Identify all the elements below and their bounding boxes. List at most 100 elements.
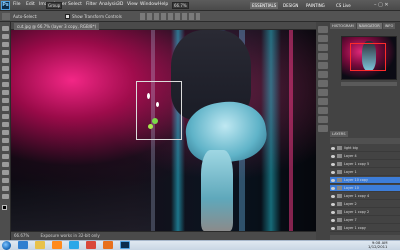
panel-shortcut-icon[interactable] — [318, 53, 328, 60]
gradient-tool-icon[interactable] — [2, 114, 9, 119]
explorer-icon[interactable] — [35, 241, 45, 249]
chrome-icon[interactable] — [86, 241, 96, 249]
visibility-eye-icon[interactable] — [331, 154, 335, 158]
menu-item[interactable]: Analysis — [99, 2, 118, 7]
panel-shortcut-icon[interactable] — [318, 62, 328, 69]
menu-item[interactable]: 3D — [117, 2, 123, 7]
document-tab[interactable]: cut.jpg @ 66.7% (layer 3 copy, RGB/8*) — [14, 23, 100, 30]
foreground-color-swatch[interactable] — [2, 205, 7, 210]
workspace-design-button[interactable]: DESIGN — [281, 2, 300, 9]
visibility-eye-icon[interactable] — [331, 170, 335, 174]
zoom-level-dropdown[interactable]: 66.7% — [172, 2, 189, 9]
clone-stamp-tool-icon[interactable] — [2, 90, 9, 95]
menu-item[interactable]: Window — [140, 2, 158, 7]
crop-tool-icon[interactable] — [2, 58, 9, 63]
shape-tool-icon[interactable] — [2, 162, 9, 167]
healing-tool-icon[interactable] — [2, 74, 9, 79]
panel-shortcut-icon[interactable] — [318, 71, 328, 78]
eraser-tool-icon[interactable] — [2, 106, 9, 111]
navigator-zoom-slider[interactable] — [341, 82, 397, 86]
layer-name: Layer 10 — [344, 186, 359, 190]
menu-item[interactable]: File — [13, 2, 21, 7]
menu-item[interactable]: Edit — [26, 2, 35, 7]
pen-tool-icon[interactable] — [2, 138, 9, 143]
menu-item[interactable]: Help — [158, 2, 168, 7]
workspace-painting-button[interactable]: PAINTING — [304, 2, 327, 9]
panel-shortcut-icon[interactable] — [318, 116, 328, 123]
layer-row[interactable]: Layer 7 — [330, 217, 400, 224]
layer-row[interactable]: Layer 1 copy — [330, 225, 400, 232]
3d-rotate-tool-icon[interactable] — [2, 170, 9, 175]
move-tool-icon[interactable] — [2, 26, 9, 31]
zoom-tool-icon[interactable] — [2, 194, 9, 199]
lasso-tool-icon[interactable] — [2, 42, 9, 47]
dodge-tool-icon[interactable] — [2, 130, 9, 135]
photoshop-icon[interactable] — [120, 241, 130, 249]
layer-row[interactable]: Layer 1 — [330, 169, 400, 176]
layers-options-row — [330, 138, 400, 144]
layer-row[interactable]: Layer 10 — [330, 185, 400, 192]
panel-shortcut-icon[interactable] — [318, 35, 328, 42]
navigator-view-box[interactable] — [350, 43, 386, 71]
menu-item[interactable]: View — [127, 2, 138, 7]
history-brush-tool-icon[interactable] — [2, 98, 9, 103]
transform-box[interactable] — [136, 81, 182, 140]
3d-orbit-tool-icon[interactable] — [2, 178, 9, 183]
eyedropper-tool-icon[interactable] — [2, 66, 9, 71]
skype-icon[interactable] — [69, 241, 79, 249]
firefox-icon[interactable] — [103, 241, 113, 249]
ie-icon[interactable] — [18, 241, 28, 249]
layer-name: Layer 4 — [344, 154, 357, 158]
navigator-thumbnail[interactable] — [341, 36, 397, 80]
panel-shortcut-icon[interactable] — [318, 44, 328, 51]
tab-navigator[interactable]: NAVIGATOR — [356, 23, 382, 29]
visibility-eye-icon[interactable] — [331, 218, 335, 222]
layer-row[interactable]: Layer 10 copy — [330, 177, 400, 184]
layer-row[interactable]: Layer 1 copy 4 — [330, 193, 400, 200]
panel-shortcut-icon[interactable] — [318, 98, 328, 105]
path-select-tool-icon[interactable] — [2, 154, 9, 159]
panel-shortcut-icon[interactable] — [318, 89, 328, 96]
visibility-eye-icon[interactable] — [331, 210, 335, 214]
layer-row[interactable]: Layer 4 — [330, 153, 400, 160]
show-transform-checkbox[interactable] — [65, 14, 70, 19]
panel-shortcut-icon[interactable] — [318, 125, 328, 132]
layer-row[interactable]: Layer 1 copy 2 — [330, 209, 400, 216]
visibility-eye-icon[interactable] — [331, 146, 335, 150]
layer-row[interactable]: light big — [330, 145, 400, 152]
start-button-icon[interactable] — [2, 241, 11, 250]
brush-tool-icon[interactable] — [2, 82, 9, 87]
marquee-tool-icon[interactable] — [2, 34, 9, 39]
menu-item[interactable]: Select — [68, 2, 82, 7]
hand-tool-icon[interactable] — [2, 186, 9, 191]
panel-shortcut-icon[interactable] — [318, 80, 328, 87]
cs-live-button[interactable]: CS Live — [334, 2, 353, 9]
window-controls[interactable]: – ▢ ✕ — [374, 2, 389, 8]
status-zoom[interactable]: 66.67% — [14, 233, 29, 238]
tab-layers[interactable]: LAYERS — [330, 131, 348, 137]
visibility-eye-icon[interactable] — [331, 162, 335, 166]
canvas[interactable] — [11, 30, 316, 231]
visibility-eye-icon[interactable] — [331, 178, 335, 182]
clock[interactable]: 9:08 AM 1/12/2011 — [368, 241, 387, 249]
workspace-essentials-button[interactable]: ESSENTIALS — [250, 2, 279, 9]
visibility-eye-icon[interactable] — [331, 202, 335, 206]
quick-select-tool-icon[interactable] — [2, 50, 9, 55]
media-player-icon[interactable] — [52, 241, 62, 249]
status-bar: 66.67% Exposure works in 32-bit only — [11, 231, 316, 240]
visibility-eye-icon[interactable] — [331, 226, 335, 230]
move-tool-icon[interactable] — [2, 13, 10, 20]
visibility-eye-icon[interactable] — [331, 186, 335, 190]
auto-select-dropdown[interactable]: Group — [46, 2, 63, 9]
menu-item[interactable]: Filter — [86, 2, 97, 7]
panel-shortcut-icon[interactable] — [318, 107, 328, 114]
panel-shortcut-icon[interactable] — [318, 26, 328, 33]
layer-row[interactable]: Layer 1 copy 5 — [330, 161, 400, 168]
tab-histogram[interactable]: HISTOGRAM — [330, 23, 356, 29]
tab-info[interactable]: INFO — [382, 23, 396, 29]
type-tool-icon[interactable] — [2, 146, 9, 151]
blur-tool-icon[interactable] — [2, 122, 9, 127]
visibility-eye-icon[interactable] — [331, 194, 335, 198]
align-buttons[interactable] — [140, 13, 200, 20]
layer-row[interactable]: Layer 2 — [330, 201, 400, 208]
